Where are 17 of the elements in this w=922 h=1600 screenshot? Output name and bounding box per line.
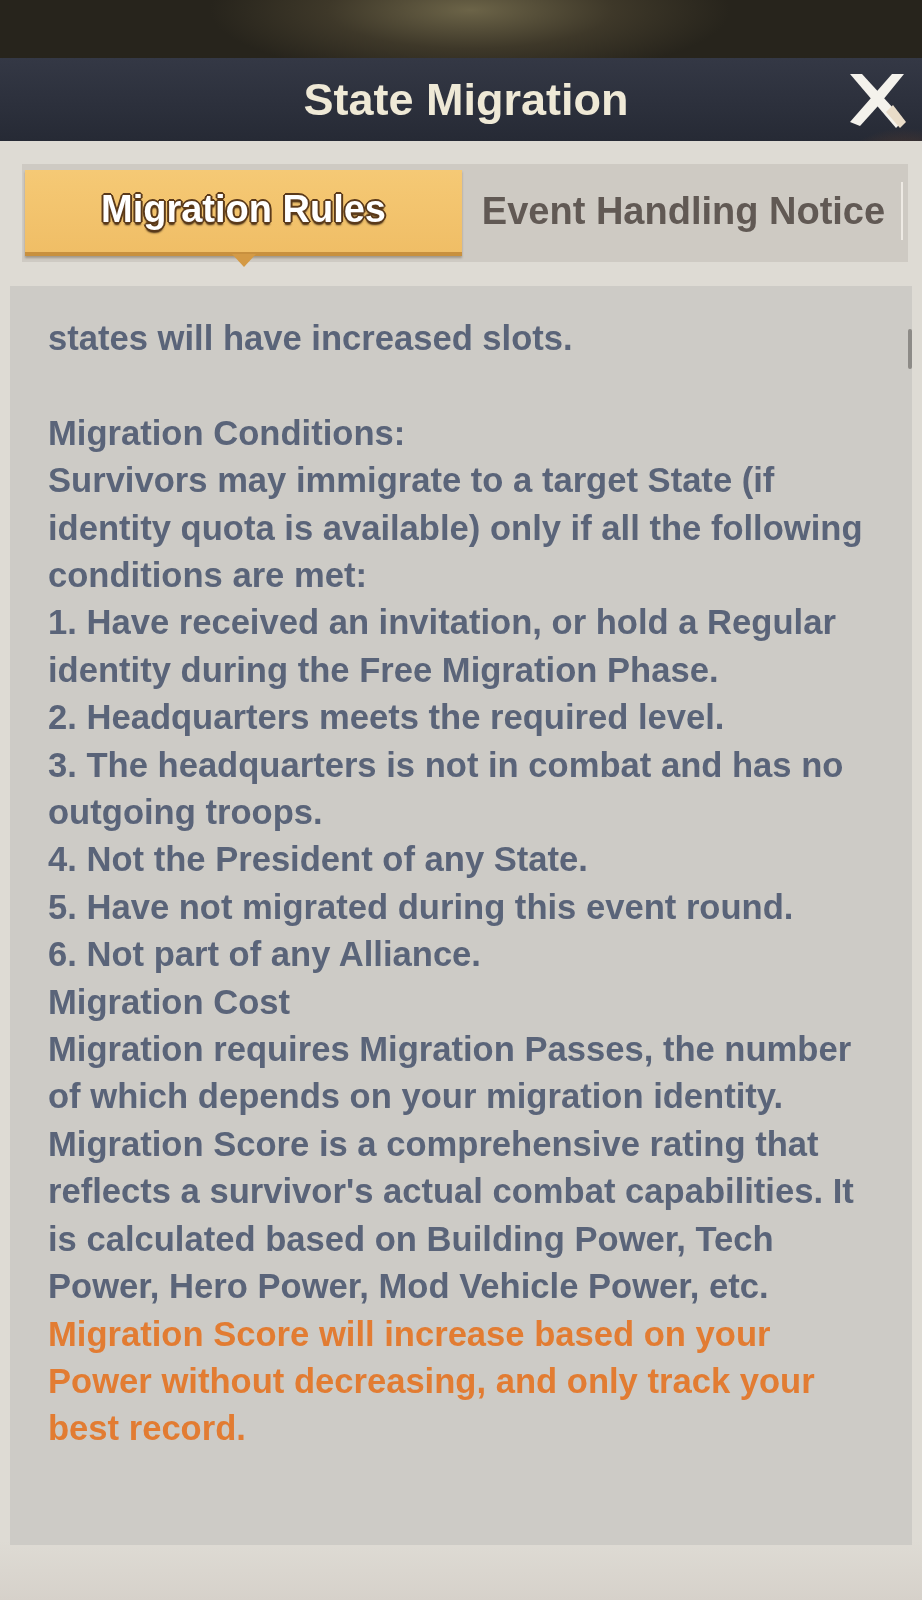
paragraph: 2. Headquarters meets the required level. [48,697,726,739]
paragraph: 1. Have received an invitation, or hold a Regular identity during the Free Migration Phase. [48,602,837,691]
paragraph: 3. The headquarters is not in combat and has no outgoing troops. [48,744,845,834]
paragraph: 5. Have not migrated during this event round. [48,886,795,928]
scrollbar-thumb [908,329,912,369]
note-paragraph: Migration Score will increase based on your Power without decreasing, and only track your best record. [48,1313,816,1450]
paragraph: Migration Score is a comprehensive rating that reflects a survivor's actual combat capabilities. It is calculated based on Building Power, Tech Power, Hero Power, Mod Vehicle Power, etc. [48,1123,855,1308]
paragraph: Migration Conditions: [48,412,407,454]
window-title: State Migration [303,73,629,126]
tab-pointer-icon [231,254,256,267]
paragraph: states will have increased slots. [48,318,574,359]
tab[interactable]: Event Handling Notice [462,170,905,256]
paragraph: 6. Not part of any Alliance. [48,934,482,976]
paragraph: Survivors may immigrate to a target State (if identity quota is available) only if all the following conditions are met: [48,460,864,596]
paragraph: Migration requires Migration Passes, the number of which depends on your migration identity. [48,1029,853,1118]
paragraph: Migration Cost [48,981,292,1023]
paragraph: 4. Not the President of any State. [48,839,589,881]
